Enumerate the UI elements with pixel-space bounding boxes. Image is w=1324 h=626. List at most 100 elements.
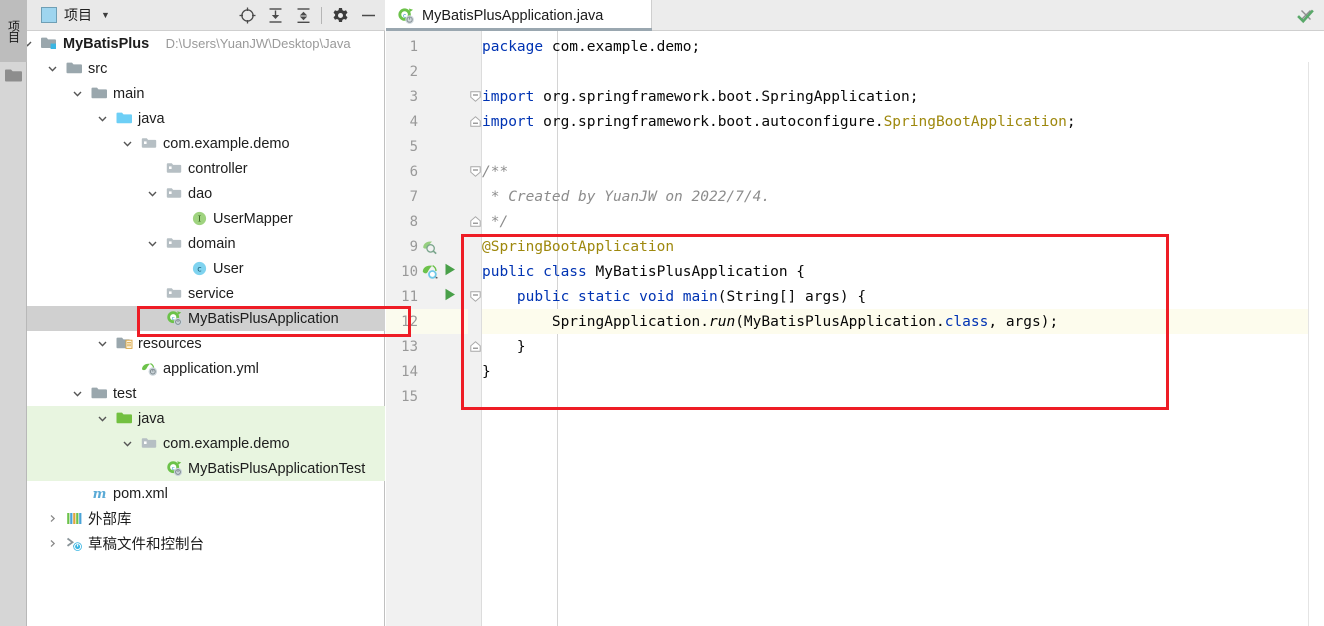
fold-close-icon[interactable] — [470, 215, 481, 227]
chevron-down-icon[interactable] — [121, 131, 133, 156]
tree-row-label: 草稿文件和控制台 — [88, 537, 204, 553]
gutter-line[interactable]: 6 — [386, 159, 468, 184]
code-line[interactable]: } — [482, 359, 491, 384]
chevron-down-icon[interactable] — [46, 56, 58, 81]
code-editor[interactable]: 1 2 3 4 5 6 7 8 9 10 11 12 13 14 15 package com.exampl… — [386, 31, 1324, 626]
tree-row[interactable]: src — [27, 56, 385, 81]
locate-in-tree-icon[interactable] — [233, 2, 261, 30]
chevron-down-icon[interactable] — [71, 81, 83, 106]
settings-gear-icon[interactable] — [326, 2, 354, 30]
tree-row[interactable]: java — [27, 106, 385, 131]
fold-open-icon[interactable] — [470, 90, 481, 102]
chevron-down-icon[interactable] — [27, 31, 33, 56]
gutter-line[interactable]: 4 — [386, 109, 468, 134]
chevron-down-icon[interactable] — [96, 106, 108, 131]
tree-row[interactable]: domain — [27, 231, 385, 256]
gutter-line[interactable]: 12 — [386, 309, 468, 334]
fold-open-icon[interactable] — [470, 290, 481, 302]
hide-panel-icon[interactable] — [354, 2, 382, 30]
folder-icon[interactable] — [5, 68, 22, 82]
code-line[interactable]: import org.springframework.boot.autoconf… — [482, 109, 1076, 134]
code-line[interactable]: * Created by YuanJW on 2022/7/4. — [482, 184, 770, 209]
gutter-line[interactable]: 3 — [386, 84, 468, 109]
collapse-all-icon[interactable] — [289, 2, 317, 30]
tree-row[interactable]: controller — [27, 156, 385, 181]
code-line[interactable]: public static void main (String[] args) { — [482, 284, 866, 309]
code-line[interactable]: */ — [482, 209, 508, 234]
project-panel-title: 项目 — [64, 7, 92, 23]
package-icon — [141, 135, 158, 152]
spring-yaml-icon — [141, 360, 158, 377]
expand-all-icon[interactable] — [261, 2, 289, 30]
code-line[interactable]: /** — [482, 159, 508, 184]
code-line[interactable]: } — [482, 334, 526, 359]
tree-row[interactable]: dao — [27, 181, 385, 206]
code-token: com.example.demo; — [551, 38, 701, 55]
code-token: */ — [482, 213, 509, 230]
line-number: 11 — [401, 288, 418, 305]
gutter-line[interactable]: 8 — [386, 209, 468, 234]
spring-bean-icon[interactable] — [422, 238, 438, 255]
code-line[interactable]: SpringApplication. run (MyBatisPlusApplica… — [482, 309, 1058, 334]
strip-project-button[interactable]: 项目 — [0, 0, 27, 62]
code-line[interactable]: package com.example.demo; — [482, 34, 700, 59]
tree-row[interactable]: 草稿文件和控制台 — [27, 531, 385, 556]
gutter-line[interactable]: 15 — [386, 384, 468, 409]
svg-text:m: m — [93, 487, 107, 502]
chevron-down-icon[interactable]: ▼ — [101, 10, 110, 20]
spring-boot-app-icon[interactable] — [422, 263, 439, 279]
gutter-line[interactable]: 14 — [386, 359, 468, 384]
tree-row[interactable]: resources — [27, 331, 385, 356]
code-token: class — [944, 313, 989, 330]
tree-row[interactable]: com.example.demo — [27, 431, 385, 456]
tree-row[interactable]: c MyBatisPlusApplication — [27, 306, 385, 331]
tree-row[interactable]: service — [27, 281, 385, 306]
tree-row-label: main — [113, 85, 145, 102]
code-token: ; — [1066, 113, 1076, 130]
code-token: , args); — [988, 313, 1059, 330]
tree-row[interactable]: c MyBatisPlusApplicationTest — [27, 456, 385, 481]
tree-row-label: controller — [188, 160, 248, 177]
tree-row[interactable]: m pom.xml — [27, 481, 385, 506]
tree-row[interactable]: I UserMapper — [27, 206, 385, 231]
code-token: MyBatisPlusApplication { — [595, 263, 806, 280]
editor-scroll-rail[interactable] — [1308, 62, 1324, 626]
code-line[interactable]: @SpringBootApplication — [482, 234, 674, 259]
tree-row[interactable]: test — [27, 381, 385, 406]
tree-row[interactable]: application.yml — [27, 356, 385, 381]
chevron-down-icon[interactable] — [96, 331, 108, 356]
run-gutter-icon[interactable] — [444, 288, 460, 304]
chevron-down-icon[interactable] — [146, 231, 158, 256]
checkmark-ok-icon[interactable] — [1297, 8, 1314, 25]
tree-row[interactable]: c User — [27, 256, 385, 281]
code-line[interactable]: public class MyBatisPlusApplication { — [482, 259, 805, 284]
fold-close-icon[interactable] — [470, 115, 481, 127]
chevron-down-icon[interactable] — [146, 181, 158, 206]
chevron-down-icon[interactable] — [71, 381, 83, 406]
run-gutter-icon[interactable] — [444, 263, 460, 279]
gutter-line[interactable]: 7 — [386, 184, 468, 209]
gutter-line[interactable]: 2 — [386, 59, 468, 84]
gutter-line[interactable]: 13 — [386, 334, 468, 359]
gutter-line[interactable]: 1 — [386, 34, 468, 59]
source-root-icon — [116, 110, 133, 127]
tree-row[interactable]: 外部库 — [27, 506, 385, 531]
code-line[interactable]: import org.springframework.boot.SpringAp… — [482, 84, 919, 109]
tree-row-label: java — [138, 410, 165, 427]
tab-mybatisplusapplication-java[interactable]: c MyBatisPlusApplication.java — [386, 0, 652, 31]
chevron-down-icon[interactable] — [121, 431, 133, 456]
editor-gutter[interactable]: 1 2 3 4 5 6 7 8 9 10 11 12 13 14 15 — [386, 31, 468, 626]
project-tree[interactable]: MyBatisPlus D:\Users\YuanJW\Desktop\Java s… — [27, 31, 385, 626]
tree-row[interactable]: main — [27, 81, 385, 106]
chevron-right-icon[interactable] — [46, 506, 58, 531]
tree-row[interactable]: java — [27, 406, 385, 431]
chevron-down-icon[interactable] — [96, 406, 108, 431]
fold-close-icon[interactable] — [470, 340, 481, 352]
tree-row[interactable]: MyBatisPlus D:\Users\YuanJW\Desktop\Java — [27, 31, 385, 56]
tree-row[interactable]: com.example.demo — [27, 131, 385, 156]
gutter-line[interactable]: 5 — [386, 134, 468, 159]
fold-gutter[interactable] — [468, 31, 558, 626]
fold-open-icon[interactable] — [470, 165, 481, 177]
chevron-right-icon[interactable] — [46, 531, 58, 556]
